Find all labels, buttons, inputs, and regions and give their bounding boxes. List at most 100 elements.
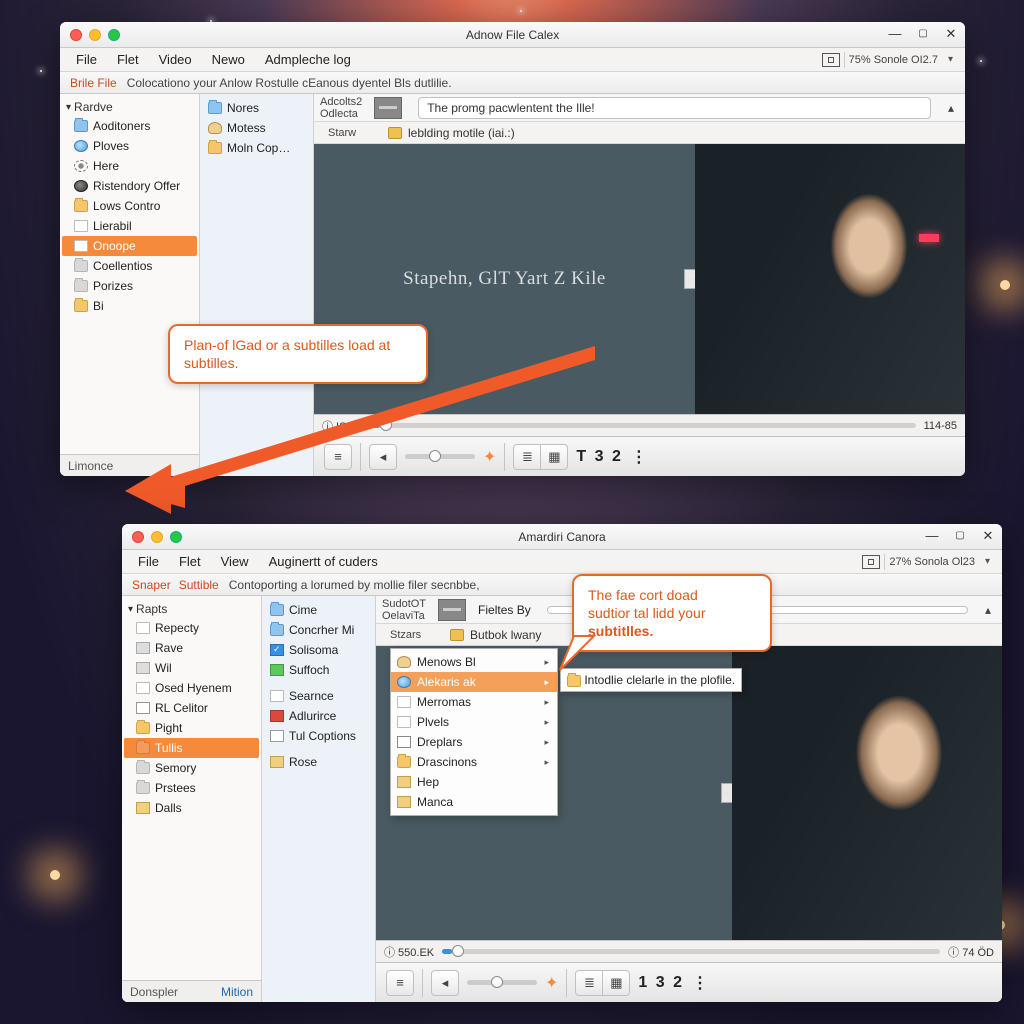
ctx-dreplars[interactable]: Dreplars▸ [391,732,557,752]
menu-newo[interactable]: Newo [202,49,255,70]
chevron-down-icon[interactable]: ▾ [942,54,959,65]
mode-thumb-button[interactable]: ▦ [602,970,630,996]
sidebar-item-porizes[interactable]: Porizes [60,276,199,296]
sidebar-item-repecty[interactable]: Repecty [122,618,261,638]
ctx-merromas[interactable]: Merromas▸ [391,692,557,712]
menu-flet[interactable]: Flet [169,551,211,572]
skip-back-button[interactable]: ◂ [369,444,397,470]
maximize-button[interactable]: ▢ [946,527,974,547]
menu-video[interactable]: Video [149,49,202,70]
sidebar-item-prstees[interactable]: Prstees [122,778,261,798]
sidebar-item-rave[interactable]: Rave [122,638,261,658]
volume-slider[interactable] [467,980,537,985]
titlebar[interactable]: Adnow File Calex — ▢ ✕ [60,22,965,48]
status-link[interactable]: Mition [221,985,253,999]
minimize-icon[interactable] [89,29,101,41]
seek-thumb[interactable] [452,945,464,957]
sidebar-item-coellentios[interactable]: Coellentios [60,256,199,276]
menu-file[interactable]: File [66,49,107,70]
list-item[interactable]: Adlurirce [264,706,373,726]
scroll-up-icon[interactable]: ▴ [980,603,996,617]
snaper-link[interactable]: Snaper [128,578,175,592]
submenu-text[interactable]: Intodlie clelarle in the plofile. [584,673,735,687]
sidebar-item-bi[interactable]: Bi [60,296,199,316]
sidebar-item-pight[interactable]: Pight [122,718,261,738]
menu-file[interactable]: File [128,551,169,572]
list-item[interactable]: Suffoch [264,660,373,680]
volume-thumb[interactable] [429,450,441,462]
menu-flet[interactable]: Flet [107,49,149,70]
ctx-hep[interactable]: Hep [391,772,557,792]
chevron-down-icon[interactable]: ▾ [979,556,996,567]
list-item[interactable]: Solisoma [264,640,373,660]
sidebar-item-lierabil[interactable]: Lierabil [60,216,199,236]
more-icon[interactable]: ⋮ [692,973,708,993]
context-menu[interactable]: Menows Bl▸ Alekaris ak▸ Merromas▸ Plvels… [390,648,558,816]
sidebar-item-wil[interactable]: Wil [122,658,261,678]
seek-thumb[interactable] [380,419,392,431]
close-icon[interactable] [70,29,82,41]
cloud-icon[interactable]: ✦ [483,447,496,467]
sidebar-item-lows-contro[interactable]: Lows Contro [60,196,199,216]
ctx-manca[interactable]: Manca [391,792,557,812]
seek-track[interactable] [369,423,915,428]
thumbnail-icon[interactable] [374,97,402,119]
sidebar-item-here[interactable]: Here [60,156,199,176]
sidebar-item-aoditoners[interactable]: Aoditoners [60,116,199,136]
list-item[interactable]: Nores [202,98,311,118]
list-item[interactable]: Moln Cop… [202,138,311,158]
maximize-button[interactable]: ▢ [909,25,937,45]
list-view-button[interactable]: ≡ [324,444,352,470]
sidebar-item-rl-celitor[interactable]: RL Celitor [122,698,261,718]
mode-thumb-button[interactable]: ▦ [540,444,568,470]
list-item[interactable]: Concrher Mi [264,620,373,640]
thumbnail-icon[interactable] [438,599,466,621]
minimize-button[interactable]: — [918,527,946,547]
brile-file-link[interactable]: Brile File [66,76,121,90]
ctx-alekaris[interactable]: Alekaris ak▸ [391,672,557,692]
sidebar-item-onoope[interactable]: Onoope [62,236,197,256]
scroll-up-icon[interactable]: ▴ [943,101,959,115]
list-item[interactable]: Rose [264,752,373,772]
ctx-plvels[interactable]: Plvels▸ [391,712,557,732]
volume-thumb[interactable] [491,976,503,988]
minimize-button[interactable]: — [881,25,909,45]
zoom-icon[interactable] [108,29,120,41]
more-icon[interactable]: ⋮ [631,447,647,467]
menu-view[interactable]: View [211,551,259,572]
camera-icon[interactable] [822,53,840,67]
sidebar-item-ristendory[interactable]: Ristendory Offer [60,176,199,196]
close-button[interactable]: ✕ [937,25,965,45]
close-button[interactable]: ✕ [974,527,1002,547]
list-item[interactable]: Tul Coptions [264,726,373,746]
skip-back-button[interactable]: ◂ [431,970,459,996]
list-item[interactable]: Cime [264,600,373,620]
sidebar-item-osed-hyenem[interactable]: Osed Hyenem [122,678,261,698]
volume-slider[interactable] [405,454,475,459]
tree-header[interactable]: Rapts [122,600,261,618]
sidebar-item-semory[interactable]: Semory [122,758,261,778]
close-icon[interactable] [132,531,144,543]
menu-admpleche[interactable]: Admpleche log [255,49,361,70]
list-item[interactable]: Searnce [264,686,373,706]
tree-header[interactable]: Rardve [60,98,199,116]
suttible-link[interactable]: Suttible [175,578,223,592]
mode-lines-button[interactable]: ≣ [575,970,603,996]
list-view-button[interactable]: ≡ [386,970,414,996]
menu-auginertt[interactable]: Auginertt of cuders [259,551,388,572]
camera-icon[interactable] [862,555,880,569]
mode-lines-button[interactable]: ≣ [513,444,541,470]
sidebar-item-ploves[interactable]: Ploves [60,136,199,156]
minimize-icon[interactable] [151,531,163,543]
ctx-menows[interactable]: Menows Bl▸ [391,652,557,672]
zoom-icon[interactable] [170,531,182,543]
sidebar-item-dalls[interactable]: Dalls [122,798,261,818]
info-message[interactable]: The promg pacwlentent the Ille! [418,97,931,119]
cloud-icon[interactable]: ✦ [545,973,558,993]
seek-track[interactable] [442,949,940,954]
context-submenu[interactable]: Intodlie clelarle in the plofile. [560,668,742,692]
sidebar-item-tullis[interactable]: Tullis [124,738,259,758]
ctx-drascinons[interactable]: Drascinons▸ [391,752,557,772]
list-item[interactable]: Motess [202,118,311,138]
titlebar[interactable]: Amardiri Canora — ▢ ✕ [122,524,1002,550]
